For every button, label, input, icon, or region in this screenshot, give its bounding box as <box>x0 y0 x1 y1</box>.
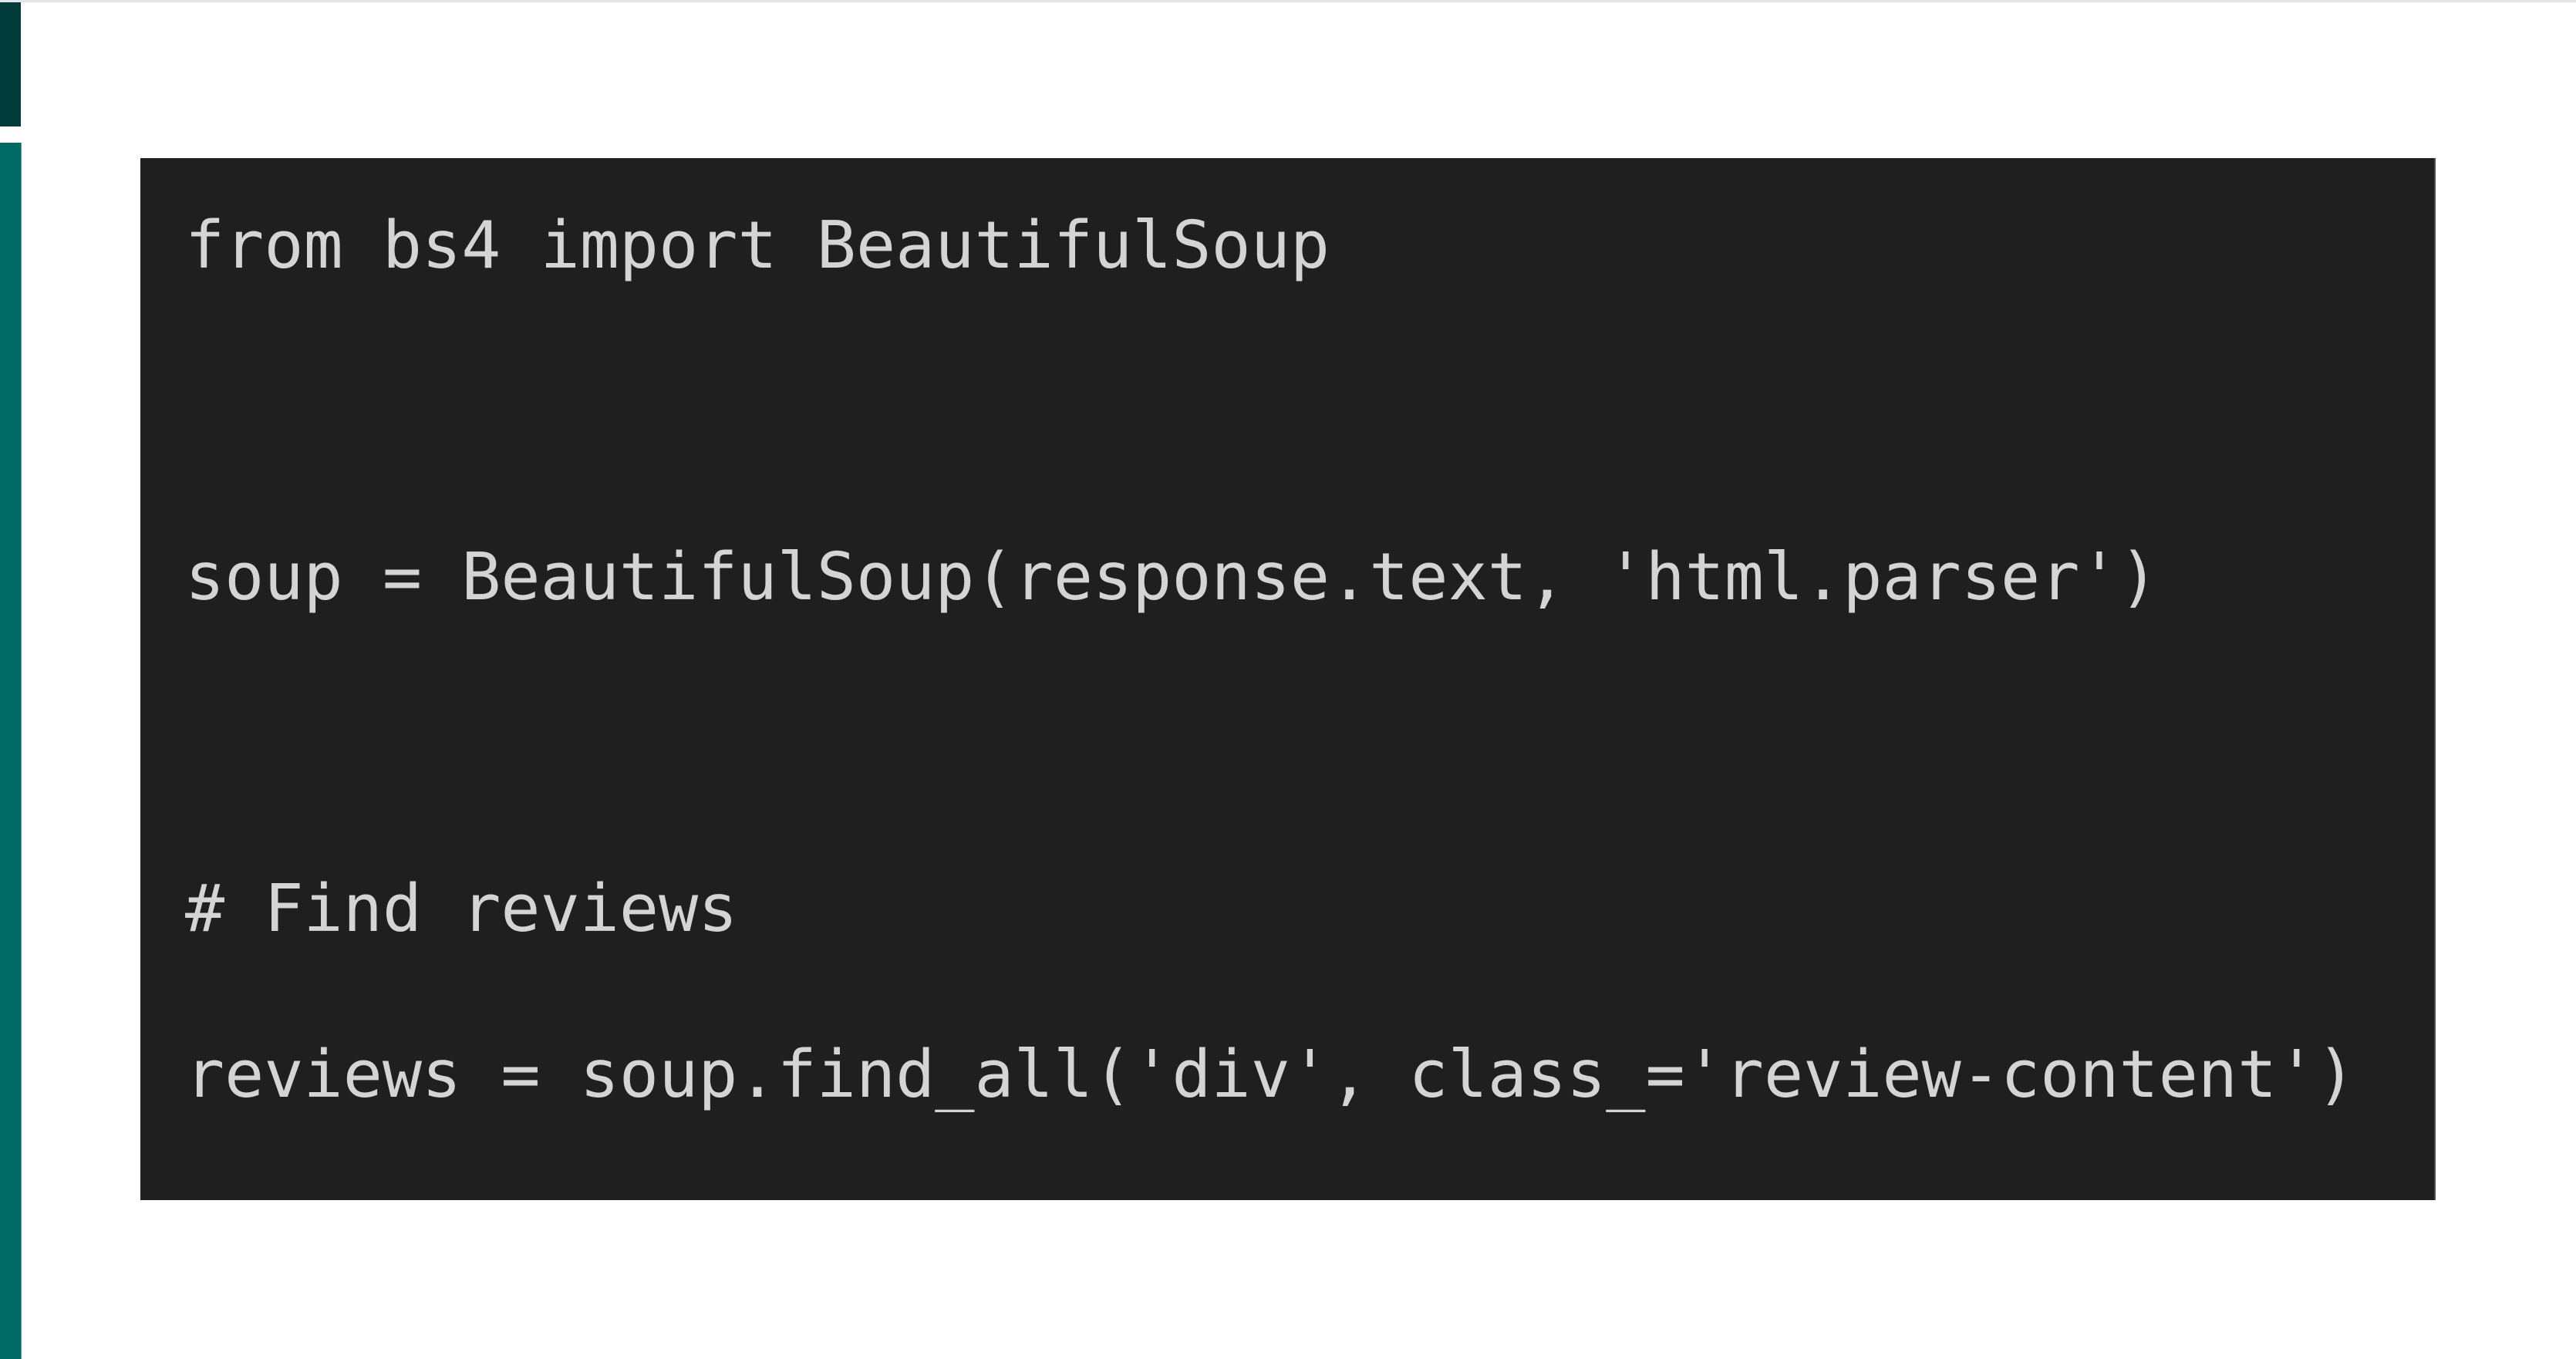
code-block[interactable]: from bs4 import BeautifulSoup soup = Bea… <box>140 158 2436 1200</box>
code-line-soup: soup = BeautifulSoup(response.text, 'htm… <box>185 539 2159 615</box>
code-line-import: from bs4 import BeautifulSoup <box>185 207 1330 284</box>
top-divider <box>0 0 2576 2</box>
sidebar-accent-top <box>0 2 21 126</box>
code-line-comment: # Find reviews <box>185 871 738 947</box>
sidebar-accent-bar <box>0 143 22 1359</box>
code-line-find-all: reviews = soup.find_all('div', class_='r… <box>185 1037 2356 1113</box>
